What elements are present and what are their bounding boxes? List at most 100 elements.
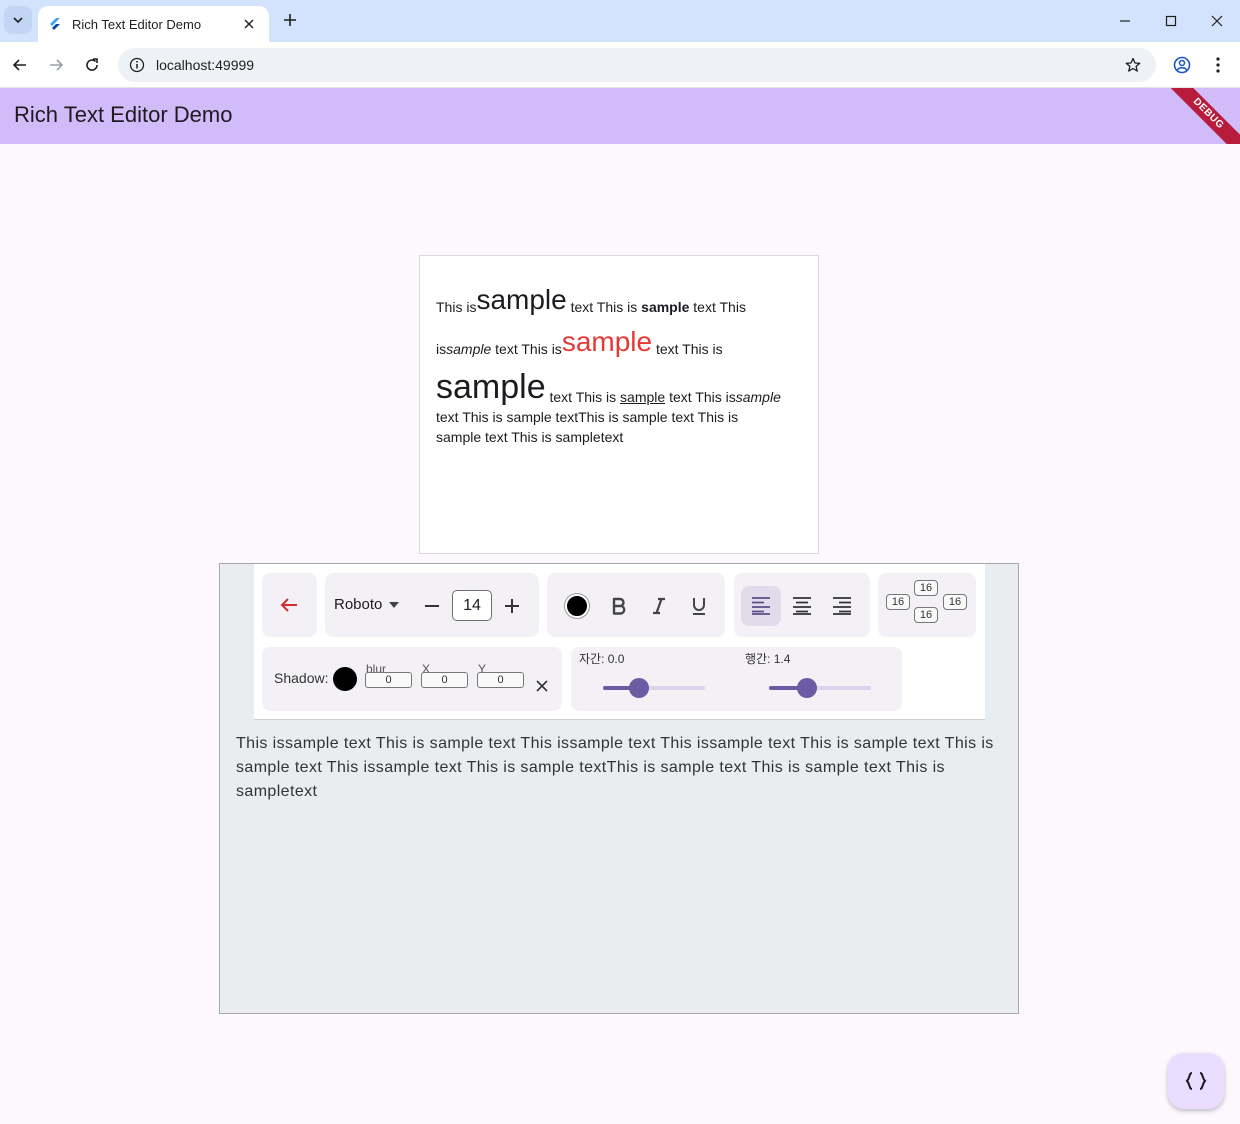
preview-text-run: text This is	[665, 389, 736, 405]
back-button[interactable]	[6, 51, 34, 79]
tab-title: Rich Text Editor Demo	[72, 16, 202, 32]
chevron-down-icon	[13, 17, 23, 24]
preview-text-run: text This is	[491, 341, 562, 357]
text-color-swatch[interactable]	[565, 594, 589, 618]
back-arrow-button[interactable]	[275, 591, 303, 619]
close-icon	[536, 680, 548, 692]
code-fab-button[interactable]	[1168, 1053, 1224, 1109]
align-center-button[interactable]	[788, 586, 816, 626]
align-right-button[interactable]	[828, 586, 856, 626]
editor-panel: Roboto 14 16 16 16 16 Shadow: blur 0 X 0…	[219, 563, 1019, 1014]
increase-font-size-button[interactable]	[500, 594, 524, 618]
align-left-icon	[752, 597, 770, 615]
preview-line: sample text This is sampletext	[436, 428, 802, 448]
tab-search-button[interactable]	[4, 6, 32, 34]
back-group	[262, 573, 317, 637]
bold-button[interactable]	[605, 592, 633, 620]
preview-text-run: sample	[446, 341, 492, 357]
italic-button[interactable]	[645, 592, 673, 620]
bookmark-star-icon[interactable]	[1116, 48, 1150, 82]
flutter-logo-icon	[50, 18, 60, 30]
debug-banner: DEBUG	[1159, 88, 1240, 144]
shadow-y-input[interactable]: 0	[477, 672, 524, 688]
rich-text-content: This is sample text This is sample text T…	[436, 278, 802, 448]
shadow-label: Shadow:	[274, 670, 329, 686]
preview-text-run: text This is	[545, 389, 621, 405]
browser-menu-button[interactable]	[1204, 51, 1232, 79]
preview-text-run: sample	[561, 326, 653, 357]
dropdown-arrow-icon	[389, 601, 400, 608]
align-left-button[interactable]	[741, 586, 781, 626]
account-circle-icon	[1173, 56, 1191, 74]
address-bar[interactable]: localhost:49999	[118, 48, 1156, 82]
preview-text-run: text This is	[652, 341, 723, 357]
font-family-value: Roboto	[334, 596, 383, 613]
plus-icon	[284, 14, 296, 26]
letter-spacing-thumb[interactable]	[629, 678, 649, 698]
padding-top-input[interactable]: 16	[914, 580, 938, 596]
close-icon	[1211, 15, 1223, 27]
preview-line: This is sample text This is sample text T…	[436, 278, 802, 318]
arrow-left-icon	[12, 59, 26, 71]
underline-icon	[693, 598, 705, 615]
maximize-button[interactable]	[1156, 6, 1186, 36]
preview-text-run: sample	[476, 284, 567, 315]
minimize-icon	[1120, 20, 1130, 22]
reload-icon	[86, 58, 98, 71]
preview-text-run: sample	[735, 389, 781, 405]
browser-tabstrip: Rich Text Editor Demo	[0, 0, 1240, 42]
minimize-button[interactable]	[1110, 6, 1140, 36]
preview-text-run: sample	[436, 368, 546, 406]
site-info-icon[interactable]	[120, 48, 154, 82]
code-braces-icon	[1185, 1072, 1207, 1090]
shadow-x-input[interactable]: 0	[421, 672, 468, 688]
reload-button[interactable]	[78, 51, 106, 79]
editor-text-area[interactable]: This issample text This is sample text T…	[236, 732, 1006, 804]
arrow-right-icon	[50, 59, 64, 71]
preview-line: sample text This is sample text This is s…	[436, 360, 802, 408]
padding-left-input[interactable]: 16	[886, 594, 910, 610]
align-center-icon	[793, 597, 811, 615]
preview-text-run: text This is	[566, 299, 642, 315]
align-right-icon	[833, 597, 851, 615]
shadow-blur-input[interactable]: 0	[365, 672, 412, 688]
preview-text-run: sample	[620, 389, 666, 405]
line-height-label: 행간: 1.4	[745, 652, 791, 666]
plus-icon	[505, 599, 519, 613]
decrease-font-size-button[interactable]	[420, 594, 444, 618]
bold-icon	[612, 597, 626, 615]
app-bar: Rich Text Editor Demo DEBUG	[0, 88, 1240, 144]
formatting-toolbar: Roboto 14 16 16 16 16 Shadow: blur 0 X 0…	[254, 564, 985, 720]
preview-text-run: is	[436, 341, 447, 357]
preview-text-run: text This is sample textThis is sample t…	[436, 409, 739, 425]
url-text[interactable]: localhost:49999	[156, 57, 1116, 73]
browser-toolbar: localhost:49999	[0, 42, 1240, 88]
underline-button[interactable]	[685, 592, 713, 620]
preview-line: is sample text This is sample text This is	[436, 318, 802, 360]
letter-spacing-label: 자간: 0.0	[579, 652, 625, 666]
maximize-icon	[1165, 15, 1177, 27]
rich-text-preview: This is sample text This is sample text T…	[419, 255, 819, 554]
preview-text-run: sample text This is sampletext	[436, 429, 624, 445]
shadow-color-swatch[interactable]	[333, 667, 357, 691]
preview-text-run: sample	[641, 299, 690, 315]
font-family-dropdown[interactable]: Roboto	[334, 596, 400, 613]
tab-close-icon[interactable]	[239, 14, 259, 34]
new-tab-button[interactable]	[278, 8, 302, 32]
app-title: Rich Text Editor Demo	[14, 102, 233, 127]
preview-line: text This is sample textThis is sample t…	[436, 408, 802, 428]
clear-shadow-button[interactable]	[532, 676, 552, 696]
preview-text-run: text This	[689, 299, 746, 315]
forward-button[interactable]	[42, 51, 70, 79]
padding-right-input[interactable]: 16	[943, 594, 967, 610]
font-size-input[interactable]: 14	[452, 590, 492, 621]
browser-tab[interactable]: Rich Text Editor Demo	[38, 6, 269, 42]
more-vertical-icon	[1216, 57, 1220, 73]
padding-bottom-input[interactable]: 16	[914, 607, 938, 623]
italic-icon	[653, 597, 665, 615]
close-window-button[interactable]	[1202, 6, 1232, 36]
profile-button[interactable]	[1168, 51, 1196, 79]
preview-text-run: This is	[436, 299, 477, 315]
arrow-left-icon	[280, 598, 297, 612]
line-height-thumb[interactable]	[797, 678, 817, 698]
